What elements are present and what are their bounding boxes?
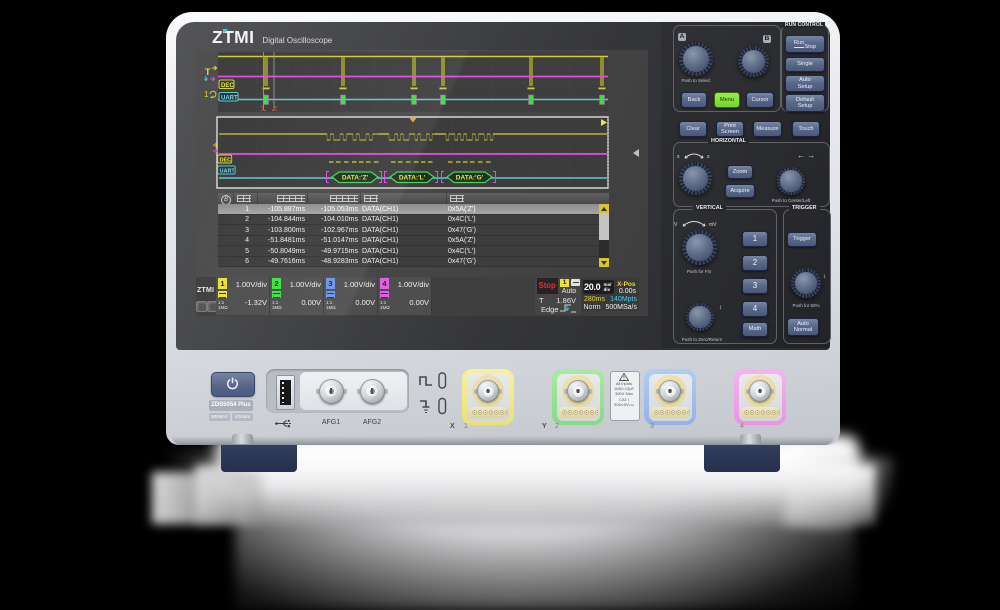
svg-text:DATA:'L': DATA:'L' bbox=[399, 175, 426, 182]
svg-text:T: T bbox=[205, 67, 211, 77]
svg-text:1: 1 bbox=[204, 90, 209, 99]
svg-text:DEC: DEC bbox=[221, 83, 234, 89]
svg-text:DATA:'Z': DATA:'Z' bbox=[342, 175, 369, 182]
svg-text:DATA:'G': DATA:'G' bbox=[456, 175, 484, 182]
svg-text:DEC: DEC bbox=[220, 158, 232, 164]
svg-text:UART: UART bbox=[220, 169, 236, 175]
svg-text:UART: UART bbox=[221, 96, 238, 102]
